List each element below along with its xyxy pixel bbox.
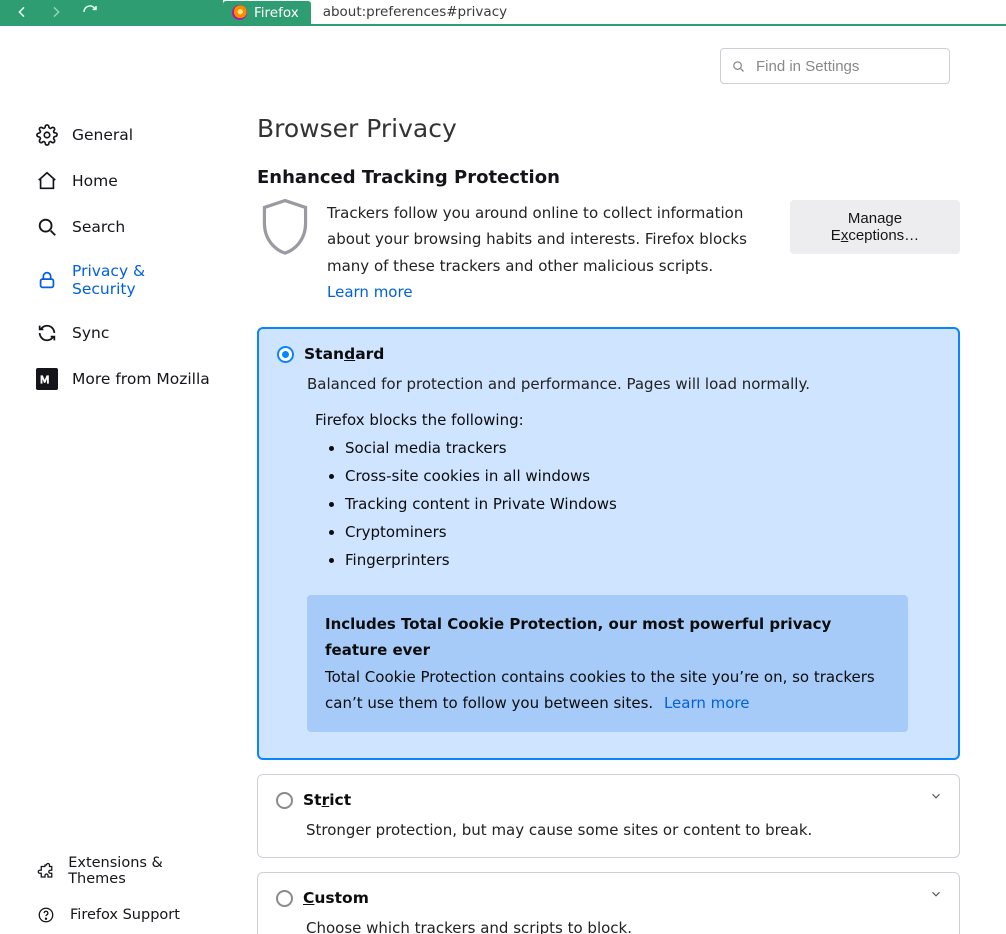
footer-link-label: Extensions & Themes — [68, 855, 211, 887]
sidebar-item-label: More from Mozilla — [72, 370, 210, 388]
sidebar-item-general[interactable]: General — [0, 112, 225, 158]
manage-exceptions-button[interactable]: Manage Exceptions… — [790, 200, 960, 254]
block-item: Fingerprinters — [345, 551, 938, 569]
panel-title: Includes Total Cookie Protection, our mo… — [325, 611, 890, 664]
sidebar: General Home Search Privacy & Security S… — [0, 26, 225, 934]
sidebar-item-search[interactable]: Search — [0, 204, 225, 250]
protection-option-custom[interactable]: Custom Choose which trackers and scripts… — [257, 872, 960, 934]
block-item: Social media trackers — [345, 439, 938, 457]
footer-firefox-support[interactable]: Firefox Support — [0, 896, 225, 934]
blocks-intro: Firefox blocks the following: — [315, 411, 938, 429]
panel-body: Total Cookie Protection contains cookies… — [325, 668, 875, 712]
radio-standard[interactable] — [277, 346, 294, 363]
sync-icon — [36, 322, 58, 344]
address-bar[interactable]: about:preferences#privacy — [311, 0, 1006, 24]
shield-icon — [257, 196, 313, 260]
forward-button[interactable] — [48, 4, 64, 20]
refresh-button[interactable] — [82, 4, 98, 20]
help-icon — [36, 905, 56, 925]
block-item: Cross-site cookies in all windows — [345, 467, 938, 485]
browser-tab[interactable]: Firefox — [223, 1, 311, 24]
sidebar-item-more-mozilla[interactable]: More from Mozilla — [0, 356, 225, 402]
address-url: about:preferences#privacy — [323, 4, 507, 20]
sidebar-item-sync[interactable]: Sync — [0, 310, 225, 356]
block-item: Cryptominers — [345, 523, 938, 541]
sidebar-item-label: Home — [72, 172, 118, 190]
blocks-list: Social media trackers Cross-site cookies… — [327, 439, 938, 569]
mozilla-icon — [36, 368, 58, 390]
option-desc-custom: Choose which trackers and scripts to blo… — [306, 919, 939, 934]
protection-option-strict[interactable]: Strict Stronger protection, but may caus… — [257, 774, 960, 858]
block-item: Tracking content in Private Windows — [345, 495, 938, 513]
etp-row: Trackers follow you around online to col… — [257, 200, 960, 305]
settings-search[interactable] — [720, 48, 950, 84]
chevron-down-icon — [929, 789, 943, 803]
browser-chrome-bar: Firefox about:preferences#privacy — [0, 0, 1006, 26]
sidebar-item-label: Search — [72, 218, 125, 236]
total-cookie-protection-panel: Includes Total Cookie Protection, our mo… — [307, 595, 908, 732]
protection-level-options: Standard Balanced for protection and per… — [257, 327, 960, 934]
main-content: Browser Privacy Enhanced Tracking Protec… — [225, 26, 1006, 934]
tab-label: Firefox — [254, 5, 299, 21]
etp-blurb: Trackers follow you around online to col… — [327, 204, 747, 275]
firefox-logo-icon — [232, 5, 247, 20]
etp-learn-more-link[interactable]: Learn more — [327, 283, 413, 301]
sidebar-item-label: Sync — [72, 324, 109, 342]
option-title-standard: Standard — [304, 345, 384, 363]
preferences-page: General Home Search Privacy & Security S… — [0, 26, 1006, 934]
settings-search-input[interactable] — [754, 57, 957, 76]
puzzle-icon — [36, 861, 54, 881]
option-desc-standard: Balanced for protection and performance.… — [307, 375, 938, 393]
sidebar-item-home[interactable]: Home — [0, 158, 225, 204]
etp-description: Trackers follow you around online to col… — [327, 200, 776, 305]
search-icon — [36, 216, 58, 238]
chevron-down-icon — [929, 887, 943, 901]
option-title-custom: Custom — [303, 889, 369, 907]
back-button[interactable] — [14, 4, 30, 20]
footer-extensions-themes[interactable]: Extensions & Themes — [0, 846, 225, 896]
footer-link-label: Firefox Support — [70, 907, 180, 923]
panel-learn-more-link[interactable]: Learn more — [664, 694, 750, 712]
lock-icon — [36, 269, 58, 291]
radio-strict[interactable] — [276, 792, 293, 809]
sidebar-item-privacy[interactable]: Privacy & Security — [0, 250, 225, 310]
protection-option-standard[interactable]: Standard Balanced for protection and per… — [257, 327, 960, 760]
gear-icon — [36, 124, 58, 146]
option-desc-strict: Stronger protection, but may cause some … — [306, 821, 939, 839]
search-icon — [731, 59, 746, 74]
option-title-strict: Strict — [303, 791, 351, 809]
nav-button-zone — [0, 0, 223, 24]
radio-custom[interactable] — [276, 890, 293, 907]
etp-heading: Enhanced Tracking Protection — [257, 167, 960, 188]
sidebar-item-label: General — [72, 126, 133, 144]
sidebar-item-label: Privacy & Security — [72, 262, 211, 298]
home-icon — [36, 170, 58, 192]
page-title: Browser Privacy — [257, 114, 960, 143]
